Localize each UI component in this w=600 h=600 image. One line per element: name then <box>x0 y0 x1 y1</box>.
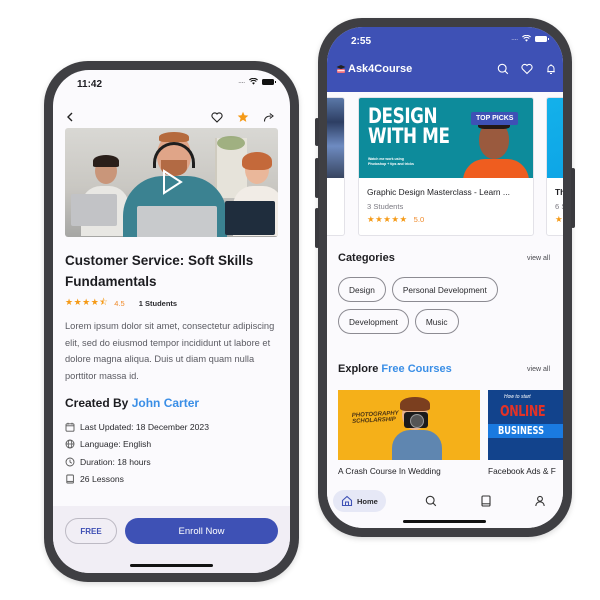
categories-view-all-link[interactable]: view all <box>527 255 550 262</box>
bell-icon <box>547 64 555 74</box>
category-chip-music[interactable]: Music <box>414 309 459 334</box>
tab-search[interactable] <box>423 490 439 512</box>
tab-profile[interactable] <box>532 490 548 512</box>
home-icon <box>341 495 353 507</box>
free-course-card[interactable]: PHOTOGRAPHY SCHOLARSHIP A Crash Course I… <box>338 390 480 476</box>
share-button[interactable] <box>260 108 278 126</box>
home-screen: 2:55 .... Ask4Course DESIGN WITH ME Watc… <box>327 27 563 528</box>
students-count: 1 Students <box>138 298 178 308</box>
phone-course-detail: 11:42 .... Customer Service: Soft Skills… <box>44 61 299 582</box>
book-icon <box>481 495 491 507</box>
course-description: Lorem ipsum dolor sit amet, consectetur … <box>65 321 275 381</box>
tab-home[interactable]: Home <box>333 490 386 512</box>
meta-language: Language: English <box>65 436 280 454</box>
featured-card[interactable]: DESIGN WITH ME Watch me work using Photo… <box>358 97 534 236</box>
category-chip-development[interactable]: Development <box>338 309 409 334</box>
featured-card-prev[interactable]: ... <box>327 97 345 236</box>
free-courses-view-all-link[interactable]: view all <box>527 366 550 373</box>
wifi-icon <box>522 35 531 42</box>
author-link[interactable]: John Carter <box>132 396 199 410</box>
rating-stars: ★★★★⯪ <box>65 297 109 307</box>
created-by: Created By John Carter <box>65 396 199 410</box>
course-thumbnail: How to start ONLINE BUSINESS <box>488 390 563 460</box>
course-thumbnail: DESIGN WITH ME Watch me work using Photo… <box>359 98 533 178</box>
search-icon <box>425 495 437 507</box>
category-chips: Design Personal Development Development … <box>338 277 553 334</box>
chevron-left-icon <box>67 112 73 122</box>
home-indicator <box>130 564 213 567</box>
free-courses-heading: Explore Free Courses <box>338 363 452 375</box>
meta-last-updated: Last Updated: 18 December 2023 <box>65 418 280 436</box>
category-chip-personal-development[interactable]: Personal Development <box>391 277 498 302</box>
course-card-rating: ★★★★★ 5.0 <box>367 214 425 224</box>
course-card-students: 3 Students <box>367 202 404 211</box>
rating-value: 4.5 <box>114 298 125 308</box>
notifications-button[interactable] <box>545 63 557 75</box>
app-header: 2:55 .... Ask4Course <box>327 27 563 92</box>
course-meta-list: Last Updated: 18 December 2023 Language:… <box>65 418 280 488</box>
header-actions <box>497 63 557 75</box>
favorites-button[interactable] <box>521 63 533 75</box>
status-bar: 11:42 .... <box>53 70 290 98</box>
search-button[interactable] <box>497 63 509 75</box>
favorite-button[interactable] <box>208 108 226 126</box>
phone-home: 2:55 .... Ask4Course DESIGN WITH ME Watc… <box>315 18 575 537</box>
play-icon[interactable] <box>161 169 183 195</box>
signal-icon: .... <box>238 78 245 85</box>
categories-heading: Categories <box>338 252 395 264</box>
share-icon <box>263 112 274 122</box>
meta-duration: Duration: 18 hours <box>65 453 280 471</box>
clock-icon <box>65 457 75 467</box>
course-detail-screen: 11:42 .... Customer Service: Soft Skills… <box>53 70 290 573</box>
created-by-label: Created By <box>65 396 129 410</box>
user-icon <box>535 495 545 507</box>
free-course-card[interactable]: How to start ONLINE BUSINESS Facebook Ad… <box>488 390 563 476</box>
featured-card-next[interactable]: Th 6 S ★ <box>546 97 563 236</box>
back-button[interactable] <box>61 108 79 126</box>
free-courses-list[interactable]: PHOTOGRAPHY SCHOLARSHIP A Crash Course I… <box>338 390 563 485</box>
course-thumbnail <box>327 98 344 178</box>
signal-icon: .... <box>511 35 518 42</box>
wifi-icon <box>249 78 258 85</box>
meta-lessons: 26 Lessons <box>65 471 280 489</box>
course-title: Customer Service: Soft Skills Fundamenta… <box>65 253 254 289</box>
free-course-title: A Crash Course In Wedding <box>338 466 441 476</box>
course-video-thumbnail[interactable] <box>65 128 278 237</box>
calendar-icon <box>65 422 75 432</box>
battery-icon <box>535 35 549 42</box>
course-thumbnail: PHOTOGRAPHY SCHOLARSHIP <box>338 390 480 460</box>
top-picks-badge: TOP PICKS <box>471 112 519 125</box>
book-icon <box>66 474 74 484</box>
enroll-now-button[interactable]: Enroll Now <box>125 518 278 544</box>
status-time: 2:55 <box>351 36 372 47</box>
status-time: 11:42 <box>77 79 103 90</box>
search-icon <box>497 63 509 75</box>
graduation-cap-icon <box>336 65 346 73</box>
globe-icon <box>65 439 75 449</box>
course-card-title: Graphic Design Masterclass - Learn ... <box>367 187 510 197</box>
status-bar: 2:55 .... <box>327 27 563 55</box>
home-indicator <box>403 520 486 523</box>
free-course-title: Facebook Ads & F <box>488 466 556 476</box>
course-rating: ★★★★⯪ 4.5 1 Students <box>65 295 177 311</box>
price-free-button[interactable]: FREE <box>65 518 117 544</box>
course-thumbnail <box>547 98 563 178</box>
detail-nav <box>53 108 290 128</box>
app-brand[interactable]: Ask4Course <box>336 63 412 75</box>
heart-icon <box>211 111 223 123</box>
star-icon <box>237 111 249 122</box>
tab-library[interactable] <box>478 490 494 512</box>
rate-button[interactable] <box>234 108 252 126</box>
app-name: Ask4Course <box>348 63 413 75</box>
heart-icon <box>521 63 533 75</box>
category-chip-design[interactable]: Design <box>338 277 386 302</box>
battery-icon <box>262 78 276 85</box>
featured-carousel[interactable]: ... DESIGN WITH ME Watch me work using P… <box>327 97 563 237</box>
